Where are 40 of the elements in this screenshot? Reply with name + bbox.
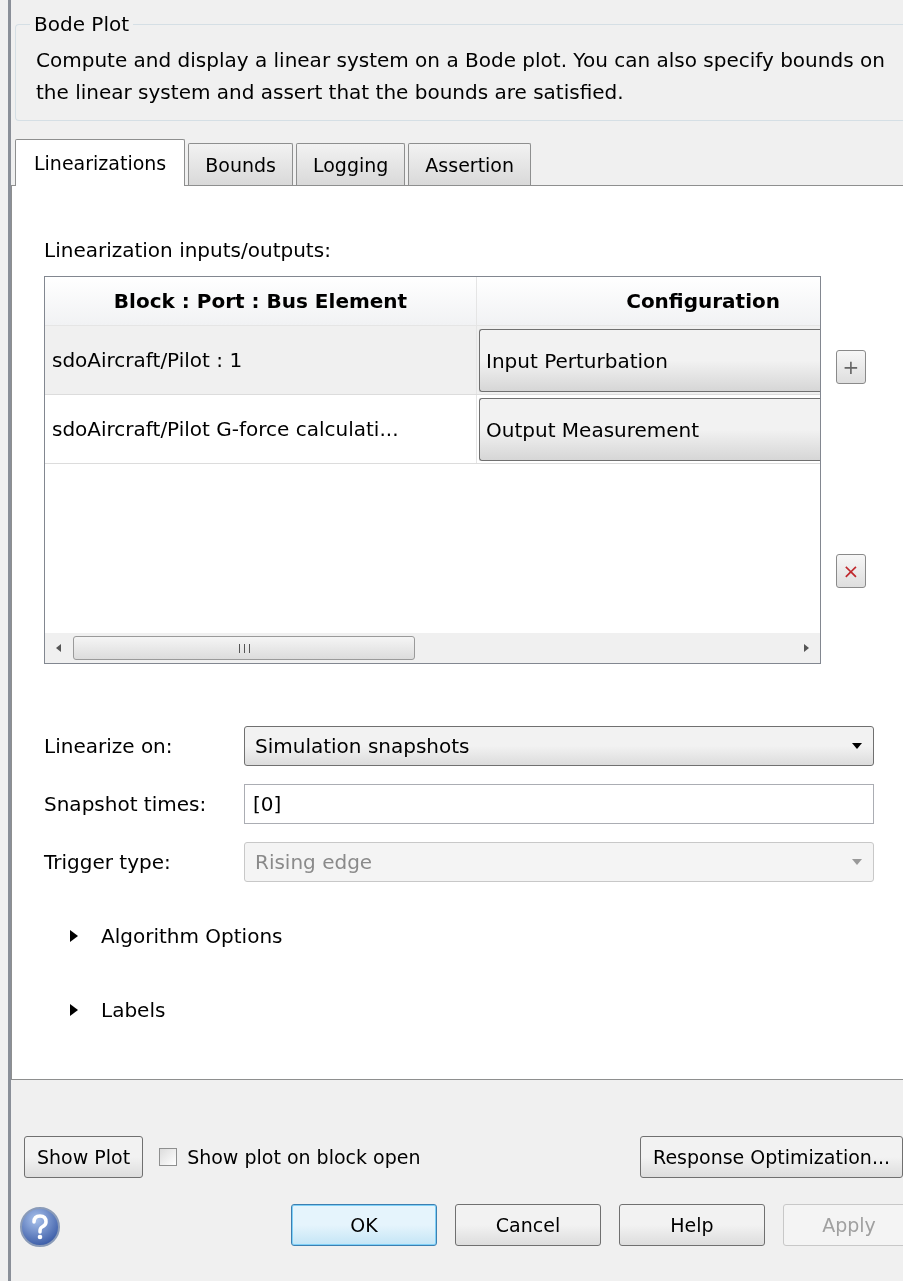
tab[interactable]: Assertion	[408, 143, 532, 185]
table-cell: sdoAircraft/Pilot G-force calculati...	[52, 417, 399, 441]
tab[interactable]: Logging	[295, 143, 406, 185]
tab[interactable]: Linearizations	[15, 139, 186, 186]
dialog-button[interactable]: Cancel	[455, 1204, 601, 1246]
delete-button[interactable]: ×	[836, 554, 866, 588]
dialog-button[interactable]: OK	[291, 1204, 437, 1246]
add-button[interactable]: +	[836, 350, 866, 384]
table-row[interactable]: sdoAircraft/Pilot : 1 Input Perturbation	[45, 326, 820, 395]
dropdown[interactable]: Simulation snapshots	[244, 726, 874, 766]
field-label: Trigger type:	[44, 850, 172, 874]
checkbox-label: Show plot on block open	[187, 1146, 421, 1168]
scrollbar-thumb[interactable]	[73, 636, 415, 660]
section-toggle[interactable]: Labels	[44, 998, 166, 1022]
description-text: Compute and display a linear system on a Bode plot. You can also specify bounds on the linear system and assert that the bounds are satisfied.	[36, 47, 886, 106]
field-label: Linearize on:	[44, 734, 174, 758]
field-label: Snapshot times:	[44, 792, 208, 816]
input-field[interactable]: [0]	[244, 784, 874, 824]
group-title: Bode Plot	[33, 12, 130, 36]
scroll-right-icon[interactable]	[802, 643, 810, 653]
horizontal-scrollbar[interactable]	[45, 633, 820, 663]
configuration-dropdown[interactable]: Input Perturbation	[479, 329, 820, 392]
show-plot-button[interactable]: Show Plot	[24, 1136, 144, 1178]
column-header[interactable]: Block : Port : Bus Element	[45, 277, 477, 325]
section-toggle[interactable]: Algorithm Options	[44, 924, 283, 948]
column-header[interactable]: Configuration	[477, 277, 820, 325]
dialog-button[interactable]: Help	[619, 1204, 765, 1246]
dropdown-caret-icon	[851, 858, 863, 866]
expand-triangle-icon	[69, 1003, 79, 1017]
table-row[interactable]: sdoAircraft/Pilot G-force calculati... Output Measurement	[45, 395, 820, 464]
checkbox[interactable]	[159, 1148, 178, 1166]
tab[interactable]: Bounds	[188, 143, 293, 185]
expand-triangle-icon	[69, 929, 79, 943]
response-optimization-button[interactable]: Response Optimization...	[640, 1136, 903, 1178]
dropdown-caret-icon	[851, 742, 863, 750]
help-icon[interactable]	[19, 1206, 61, 1248]
configuration-dropdown[interactable]: Output Measurement	[479, 398, 820, 461]
scroll-left-icon[interactable]	[55, 643, 63, 653]
table-cell: sdoAircraft/Pilot : 1	[52, 348, 243, 372]
table-label: Linearization inputs/outputs:	[44, 238, 332, 262]
